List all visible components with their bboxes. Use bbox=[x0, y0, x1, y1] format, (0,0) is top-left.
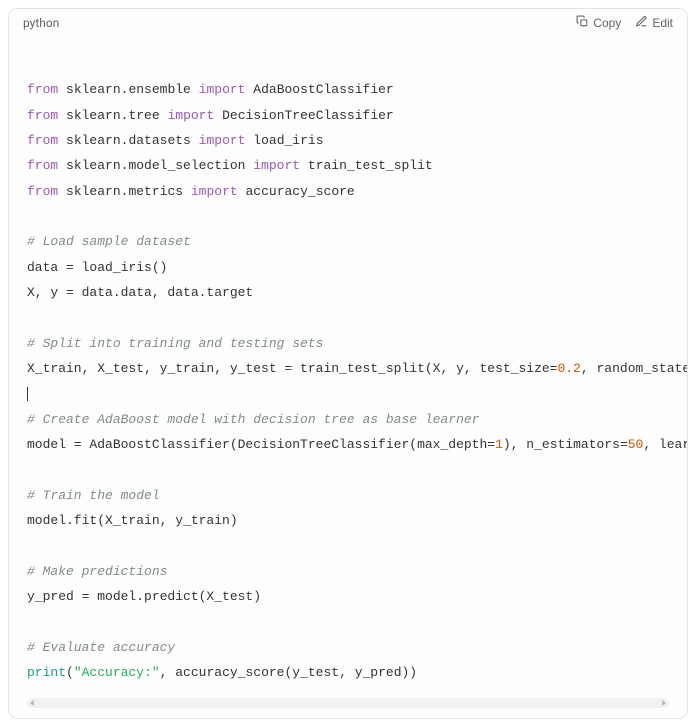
copy-label: Copy bbox=[593, 16, 621, 30]
copy-button[interactable]: Copy bbox=[576, 15, 621, 31]
horizontal-scrollbar[interactable] bbox=[27, 698, 669, 708]
copy-icon bbox=[576, 15, 589, 31]
edit-button[interactable]: Edit bbox=[635, 15, 673, 31]
header-actions: Copy Edit bbox=[576, 15, 673, 31]
code-block: python Copy Edit bbox=[8, 8, 688, 719]
code-content[interactable]: from sklearn.ensemble import AdaBoostCla… bbox=[27, 52, 669, 686]
code-header: python Copy Edit bbox=[9, 9, 687, 38]
scrollbar-thumb[interactable] bbox=[39, 698, 521, 708]
edit-icon bbox=[635, 15, 648, 31]
edit-label: Edit bbox=[652, 16, 673, 30]
code-body[interactable]: from sklearn.ensemble import AdaBoostCla… bbox=[9, 38, 687, 694]
language-label: python bbox=[23, 16, 59, 30]
